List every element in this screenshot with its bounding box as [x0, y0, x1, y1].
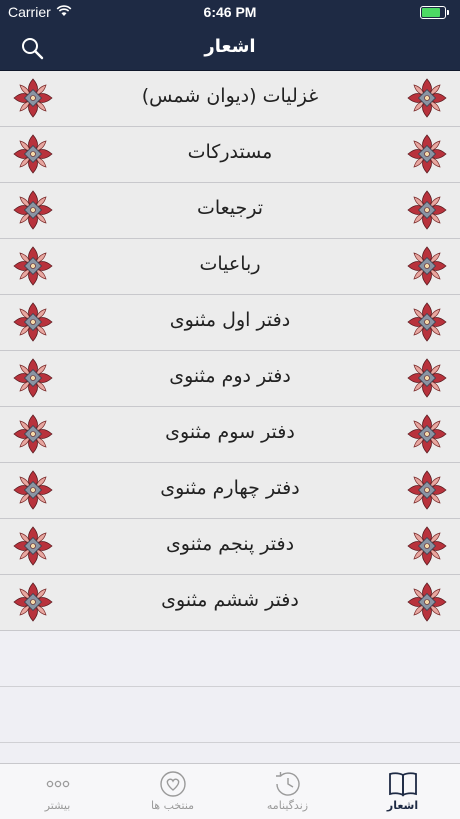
poem-title: دفتر دوم مثنوی: [169, 365, 291, 387]
ornament-icon: [407, 526, 447, 566]
ornament-icon: [13, 470, 53, 510]
poem-row[interactable]: دفتر چهارم مثنوی: [0, 463, 460, 519]
history-clock-icon: [276, 772, 300, 796]
poem-title: دفتر سوم مثنوی: [165, 421, 295, 443]
ornament-icon: [13, 134, 53, 174]
poem-title: دفتر چهارم مثنوی: [160, 477, 300, 499]
ornament-icon: [13, 302, 53, 342]
open-book-icon: [389, 772, 417, 797]
tab-label: بیشتر: [44, 799, 71, 812]
tab-label: منتخب ها: [150, 799, 195, 812]
ornament-icon: [407, 246, 447, 286]
tab-label: زندگینامه: [266, 799, 309, 812]
tab-biography[interactable]: زندگینامه: [230, 764, 345, 819]
ornament-icon: [13, 414, 53, 454]
ornament-icon: [407, 414, 447, 454]
ornament-icon: [13, 582, 53, 622]
tab-label: اشعار: [386, 799, 419, 812]
poem-title: مستدرکات: [187, 141, 273, 163]
poem-row[interactable]: غزلیات (دیوان شمس): [0, 71, 460, 127]
ornament-icon: [407, 358, 447, 398]
poem-title: دفتر اول مثنوی: [169, 309, 291, 331]
ornament-icon: [13, 246, 53, 286]
ornament-icon: [407, 78, 447, 118]
ornament-icon: [407, 190, 447, 230]
poem-row[interactable]: دفتر ششم مثنوی: [0, 575, 460, 631]
poem-title: رباعیات: [199, 253, 261, 275]
empty-row: [0, 687, 460, 743]
poem-title: دفتر ششم مثنوی: [161, 589, 299, 611]
status-bar: Carrier 6:46 PM: [0, 0, 460, 24]
tab-poems[interactable]: اشعار: [345, 764, 460, 819]
poem-title: ترجیعات: [196, 197, 264, 219]
ornament-icon: [13, 526, 53, 566]
poem-row[interactable]: ترجیعات: [0, 183, 460, 239]
tab-bar: بیشتر منتخب ها زندگینامه اشعار: [0, 763, 460, 819]
empty-row: [0, 631, 460, 687]
battery-icon: [420, 6, 449, 19]
tab-favorites[interactable]: منتخب ها: [115, 764, 230, 819]
poem-row[interactable]: دفتر دوم مثنوی: [0, 351, 460, 407]
battery-level: [422, 8, 440, 17]
tab-more[interactable]: بیشتر: [0, 764, 115, 819]
poem-title: غزلیات (دیوان شمس): [141, 85, 319, 107]
ornament-icon: [407, 134, 447, 174]
poem-row[interactable]: دفتر سوم مثنوی: [0, 407, 460, 463]
poem-row[interactable]: دفتر پنجم مثنوی: [0, 519, 460, 575]
ornament-icon: [13, 190, 53, 230]
more-dots-icon: [46, 780, 70, 788]
ornament-icon: [407, 470, 447, 510]
poem-row[interactable]: رباعیات: [0, 239, 460, 295]
poem-row[interactable]: دفتر اول مثنوی: [0, 295, 460, 351]
page-title: اشعار: [204, 36, 256, 57]
battery-tip: [447, 10, 449, 15]
ornament-icon: [13, 78, 53, 118]
poem-list: غزلیات (دیوان شمس) مستدرکات ترجیعات رباع…: [0, 71, 460, 743]
ornament-icon: [407, 302, 447, 342]
navigation-bar: اشعار: [0, 24, 460, 71]
status-time: 6:46 PM: [203, 4, 257, 20]
poem-title: دفتر پنجم مثنوی: [165, 533, 295, 555]
ornament-icon: [407, 582, 447, 622]
poem-row[interactable]: مستدرکات: [0, 127, 460, 183]
ornament-icon: [13, 358, 53, 398]
heart-icon: [160, 771, 186, 797]
